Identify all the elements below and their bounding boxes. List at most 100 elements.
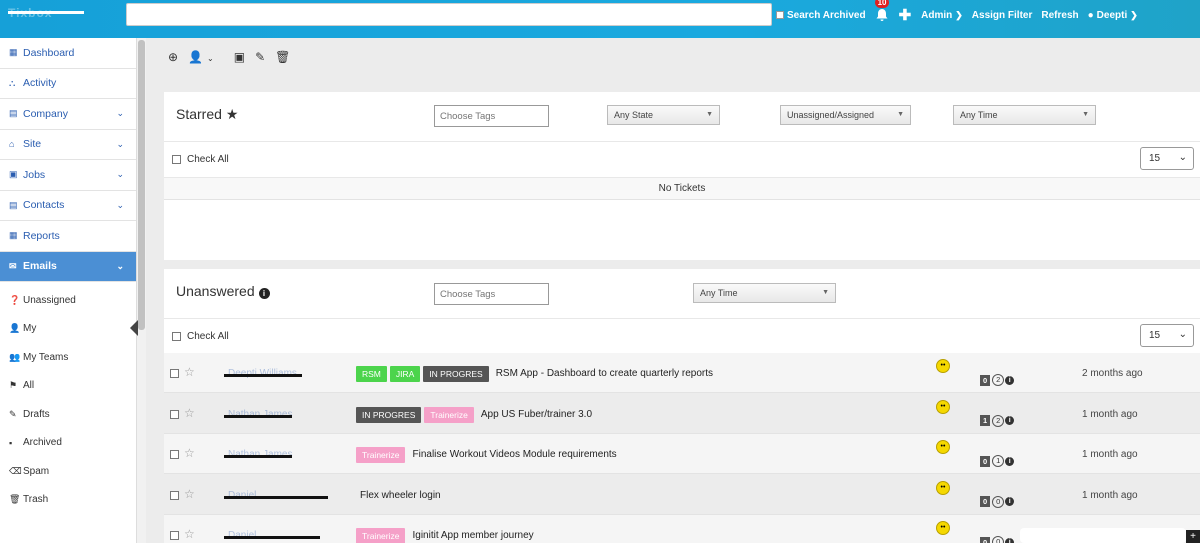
table-row[interactable]: ☆Nathan JamesTrainerizeFinalise Workout …	[164, 434, 1200, 474]
notifications-button[interactable]: 10	[874, 0, 890, 22]
count-circle: 0	[992, 495, 1005, 508]
table-row[interactable]: ☆DanielFlex wheeler login••00i1 month ag…	[164, 475, 1200, 515]
eraser-icon[interactable]: ✎	[255, 50, 265, 64]
sidebar: ▦ Dashboard ⛬ Activity ▤ Company ⌄ ⌂ Site ⌄ ▣ Jobs ⌄…	[0, 38, 137, 543]
sidebar-item-dashboard[interactable]: ▦ Dashboard	[0, 38, 136, 69]
chevron-down-icon: ⌄	[116, 199, 124, 210]
sidebar-item-jobs[interactable]: ▣ Jobs ⌄	[0, 160, 136, 191]
ticket-tags: Trainerize	[356, 447, 408, 463]
user-assign-icon[interactable]: 👤 ⌄	[188, 50, 224, 64]
admin-menu[interactable]: Admin ❯	[921, 10, 963, 21]
ticket-subject[interactable]: RSM App - Dashboard to create quarterly …	[496, 368, 713, 379]
star-outline-icon[interactable]: ☆	[184, 406, 195, 420]
ticket-subject[interactable]: Flex wheeler login	[360, 490, 441, 501]
ticket-subject[interactable]: Finalise Workout Videos Module requireme…	[412, 449, 616, 460]
chevron-down-icon: ⌄	[116, 169, 124, 180]
smiley-icon: ••	[936, 521, 950, 535]
assign-filter-button[interactable]: Assign Filter	[972, 10, 1033, 21]
sidebar-item-activity[interactable]: ⛬ Activity	[0, 69, 136, 99]
plus-circle-icon[interactable]: ⊕	[168, 50, 178, 64]
table-row[interactable]: ☆Nathan JamesIN PROGRESTrainerizeApp US …	[164, 394, 1200, 434]
tag-badge[interactable]: Trainerize	[424, 406, 474, 423]
sidebar-subitem-label: Archived	[23, 437, 62, 449]
unanswered-title-text: Unanswered	[176, 283, 255, 299]
sidebar-item-emails[interactable]: ✉ Emails ⌄	[0, 251, 136, 282]
starred-assign-select[interactable]: Unassigned/Assigned ▼	[780, 105, 911, 125]
sidebar-scrollbar-thumb[interactable]	[138, 40, 145, 330]
tag-badge[interactable]: Trainerize	[356, 528, 406, 543]
tag-badge[interactable]: IN PROGRES	[423, 366, 489, 382]
star-outline-icon[interactable]: ☆	[184, 365, 195, 379]
star-outline-icon[interactable]: ☆	[184, 527, 195, 541]
ticket-subject[interactable]: Iginitit App member journey	[412, 530, 533, 541]
starred-state-select[interactable]: Any State ▼	[607, 105, 720, 125]
tag-badge[interactable]: IN PROGRES	[356, 406, 422, 423]
sidebar-item-label: Site	[23, 138, 42, 151]
sidebar-subitem-unassigned[interactable]: ❓ Unassigned	[0, 286, 136, 315]
count-box: 0	[980, 455, 991, 467]
count-circle: 2	[992, 374, 1005, 386]
global-search-input[interactable]	[126, 3, 772, 26]
star-outline-icon[interactable]: ☆	[184, 446, 195, 460]
chevron-down-icon: ⌄	[116, 108, 124, 119]
sidebar-subitem-label: All	[23, 380, 35, 392]
starred-checkall-row: Check All 15 ⌄	[164, 142, 1200, 178]
tag-badge[interactable]: JIRA	[389, 366, 421, 382]
count-box: 0	[980, 374, 991, 386]
unanswered-check-all[interactable]: Check All	[172, 331, 229, 342]
row-checkbox[interactable]	[170, 450, 179, 459]
sidebar-subitem-label: My	[23, 323, 37, 335]
count-circle: 2	[992, 414, 1005, 427]
row-checkbox[interactable]	[170, 490, 179, 500]
star-outline-icon[interactable]: ☆	[184, 487, 195, 501]
sidebar-item-contacts[interactable]: ▤ Contacts ⌄	[0, 191, 136, 221]
name-redaction	[224, 495, 328, 499]
row-checkbox[interactable]	[170, 531, 179, 540]
sidebar-item-site[interactable]: ⌂ Site ⌄	[0, 130, 136, 160]
logo-redaction	[8, 11, 84, 14]
sidebar-subitem-label: Trash	[23, 494, 49, 506]
starred-tags-input[interactable]	[434, 105, 549, 127]
sidebar-item-reports[interactable]: ▦ Reports	[0, 221, 136, 252]
sidebar-collapse-icon[interactable]	[130, 320, 138, 336]
sidebar-subitem-archived[interactable]: ▪ Archived	[0, 429, 136, 458]
search-archived-checkbox[interactable]	[776, 11, 784, 19]
unanswered-per-page-select[interactable]: 15 ⌄	[1140, 324, 1194, 347]
ticket-tags: RSM JIRA IN PROGRES	[356, 366, 492, 382]
starred-check-all[interactable]: Check All	[172, 154, 229, 165]
tag-badge[interactable]: RSM	[356, 366, 387, 382]
per-page-value: 15	[1149, 153, 1161, 164]
check-all-checkbox[interactable]	[172, 332, 181, 341]
starred-time-select[interactable]: Any Time ▼	[953, 105, 1096, 125]
refresh-button[interactable]: Refresh	[1041, 10, 1078, 21]
sidebar-subitem-spam[interactable]: ⌫ Spam	[0, 457, 136, 486]
tag-badge[interactable]: Trainerize	[356, 447, 406, 463]
row-checkbox[interactable]	[170, 369, 179, 378]
ticket-subject[interactable]: App US Fuber/trainer 3.0	[481, 409, 592, 420]
sidebar-subitem-my[interactable]: 👤 My	[0, 315, 136, 344]
user-menu[interactable]: ● Deepti ❯	[1088, 10, 1138, 21]
admin-label: Admin	[921, 9, 953, 21]
reply-counts: 02i	[980, 374, 1015, 386]
table-row[interactable]: ☆Deepti WilliamsRSMJIRAIN PROGRESRSM App…	[164, 353, 1200, 393]
check-all-checkbox[interactable]	[172, 155, 181, 164]
sidebar-subitem-drafts[interactable]: ✎ Drafts	[0, 400, 136, 429]
sidebar-item-company[interactable]: ▤ Company ⌄	[0, 99, 136, 130]
row-checkbox[interactable]	[170, 409, 179, 419]
info-circle-icon: i	[258, 288, 270, 299]
expand-plus-icon[interactable]: +	[1186, 530, 1200, 543]
trash-icon[interactable]: 🗑	[275, 50, 290, 64]
ticket-tags: Trainerize	[356, 528, 408, 543]
unanswered-time-select[interactable]: Any Time ▼	[693, 283, 836, 303]
archive-icon[interactable]: ▣	[234, 50, 245, 64]
search-archived-toggle[interactable]: Search Archived	[776, 10, 866, 21]
address-book-icon: ▤	[9, 199, 18, 210]
starred-per-page-select[interactable]: 15 ⌄	[1140, 147, 1194, 170]
app-logo[interactable]: Tixbox	[8, 6, 84, 20]
add-icon[interactable]: ✚	[899, 6, 912, 24]
top-navbar: Tixbox Search Archived 10 ✚ Admin ❯ Assi…	[0, 0, 1200, 38]
unanswered-tags-input[interactable]	[434, 283, 549, 305]
sidebar-subitem-my-teams[interactable]: 👥 My Teams	[0, 343, 136, 372]
sidebar-subitem-trash[interactable]: 🗑 Trash	[0, 486, 136, 515]
sidebar-subitem-all[interactable]: ⚑ All	[0, 372, 136, 401]
